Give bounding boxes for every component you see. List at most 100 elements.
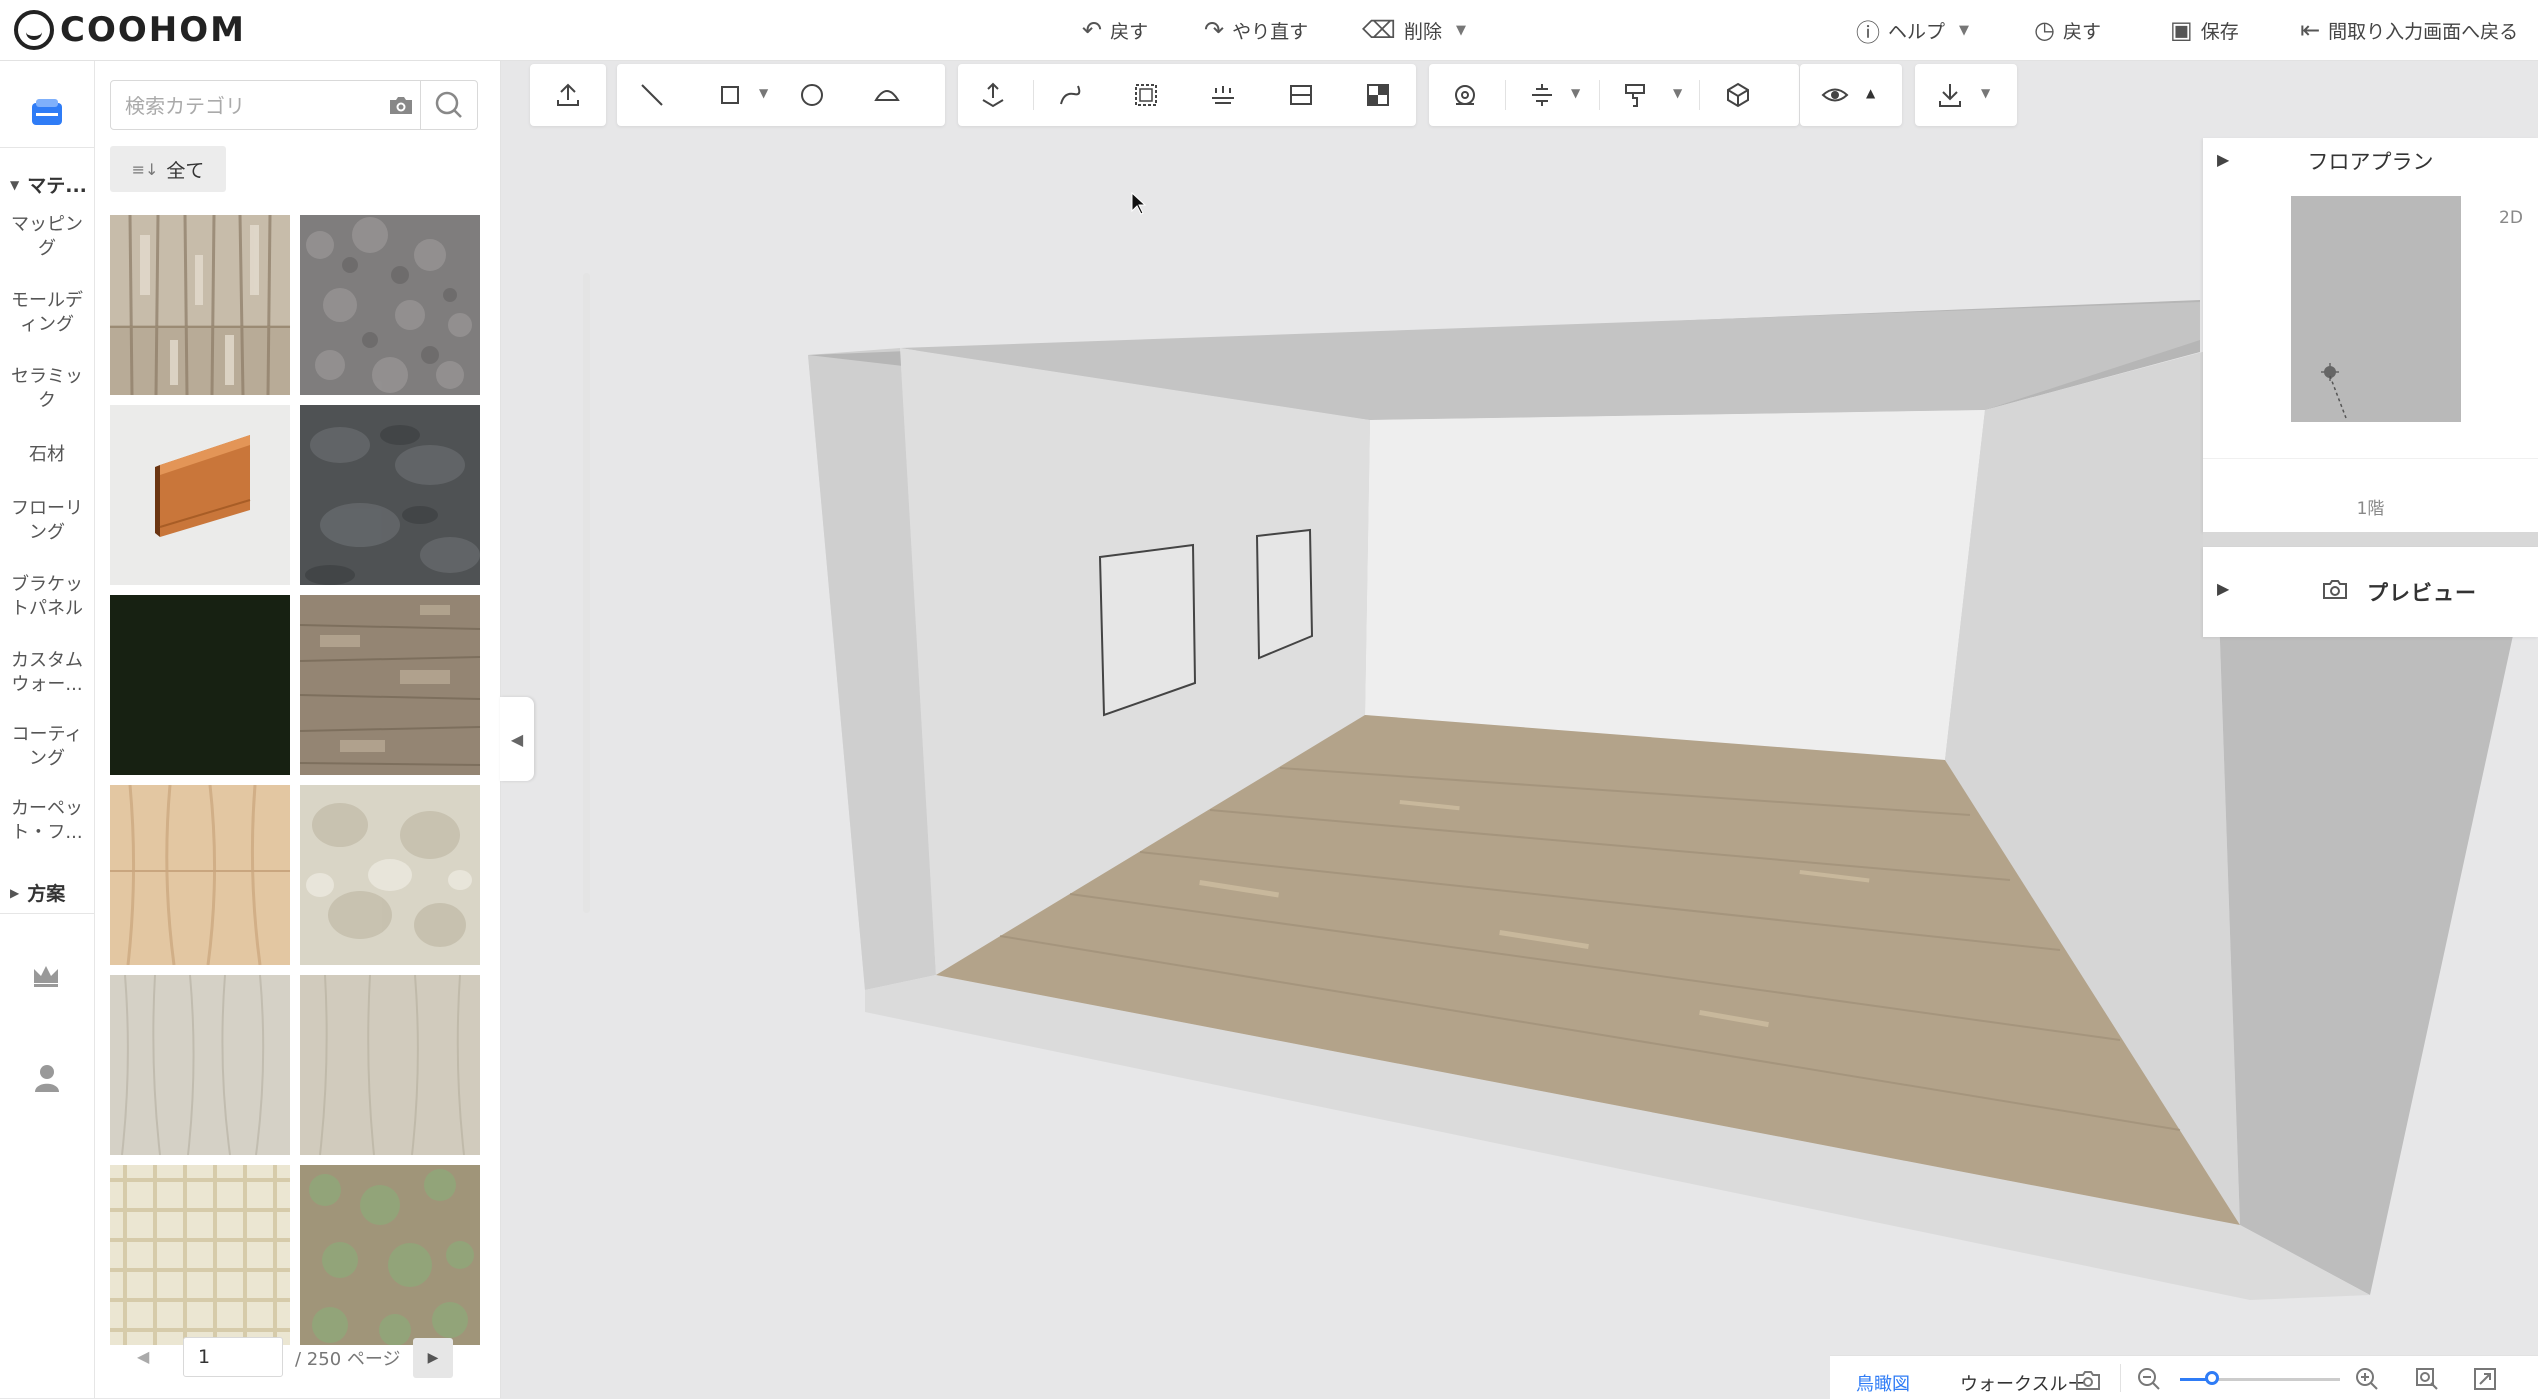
camera-icon[interactable] bbox=[387, 93, 415, 117]
3d-object-tool[interactable] bbox=[1718, 76, 1758, 114]
material-tile[interactable] bbox=[110, 1165, 290, 1345]
history-button[interactable]: ◷ 戻す bbox=[2034, 0, 2101, 60]
view-birdseye-tab[interactable]: 鳥瞰図 bbox=[1856, 1370, 1910, 1396]
freeform-tool[interactable] bbox=[1051, 76, 1091, 114]
panel-gap bbox=[2203, 532, 2538, 547]
line-tool[interactable] bbox=[632, 76, 672, 114]
floorplan-2d-toggle[interactable]: 2D bbox=[2499, 208, 2523, 228]
chevron-down-icon: ▼ bbox=[1959, 22, 1970, 38]
eye-icon bbox=[1821, 88, 1849, 102]
fullscreen-icon[interactable] bbox=[2472, 1366, 2498, 1392]
rectangle-tool[interactable] bbox=[710, 76, 750, 114]
chevron-up-icon[interactable]: ▲ bbox=[1866, 86, 1875, 100]
rail-item-coating[interactable]: コーティング bbox=[4, 723, 90, 771]
measure-tool[interactable] bbox=[1445, 76, 1485, 114]
back-wall bbox=[1365, 410, 1985, 760]
zoom-fit-icon[interactable] bbox=[2414, 1366, 2440, 1392]
save-icon: ▣ bbox=[2170, 16, 2193, 44]
collapse-right-icon[interactable]: ▶ bbox=[2217, 579, 2229, 598]
rail-section-materials[interactable]: ▼ マテ... bbox=[10, 171, 87, 198]
search-input[interactable] bbox=[111, 81, 387, 131]
rail-item-bracket-panel[interactable]: ブラケットパネル bbox=[4, 573, 90, 621]
back-to-floorplan-button[interactable]: ⇤ 間取り入力画面へ戻る bbox=[2300, 0, 2518, 60]
toolbar-group-import bbox=[530, 64, 606, 126]
chevron-down-icon[interactable]: ▼ bbox=[759, 86, 768, 100]
next-page-button[interactable]: ▶ bbox=[413, 1338, 453, 1378]
chevron-down-icon[interactable]: ▼ bbox=[1981, 86, 1990, 100]
view-walkthrough-tab[interactable]: ウォークスルー bbox=[1960, 1370, 2085, 1396]
floorplan-minimap[interactable] bbox=[2291, 196, 2461, 422]
app-logo[interactable]: COOHOM bbox=[14, 8, 246, 52]
material-tile[interactable] bbox=[300, 215, 480, 395]
download-icon bbox=[1939, 84, 1961, 107]
page-number-input[interactable] bbox=[183, 1337, 283, 1377]
material-tile[interactable] bbox=[300, 975, 480, 1155]
screenshot-camera-icon[interactable] bbox=[2074, 1368, 2104, 1392]
preview-panel[interactable]: ▶ プレビュー bbox=[2203, 547, 2538, 637]
material-tile[interactable] bbox=[300, 405, 480, 585]
material-tile[interactable] bbox=[300, 1165, 480, 1345]
left-rail: ▼ マテ... マッピング モールディング セラミック 石材 フローリング ブラ… bbox=[0, 61, 95, 1398]
redo-button[interactable]: ↷ やり直す bbox=[1204, 0, 1308, 60]
rail-item-ceramic[interactable]: セラミック bbox=[4, 365, 90, 413]
arc-icon bbox=[874, 90, 900, 101]
upload-icon bbox=[557, 83, 579, 106]
materials-icon[interactable] bbox=[28, 95, 66, 129]
material-tile[interactable] bbox=[300, 785, 480, 965]
rail-item-flooring[interactable]: フローリング bbox=[4, 497, 90, 545]
search-box bbox=[110, 80, 478, 131]
rail-item-stone[interactable]: 石材 bbox=[4, 443, 90, 467]
exit-icon: ⇤ bbox=[2300, 16, 2321, 44]
material-tile[interactable] bbox=[110, 595, 290, 775]
material-tile[interactable] bbox=[300, 595, 480, 775]
light-strip-tool[interactable] bbox=[1203, 76, 1243, 114]
zoom-out-icon[interactable] bbox=[2136, 1366, 2162, 1392]
undo-button[interactable]: ↶ 戻す bbox=[1082, 0, 1148, 60]
material-tile[interactable] bbox=[110, 785, 290, 965]
rail-item-custom-wall[interactable]: カスタムウォー... bbox=[4, 649, 90, 697]
align-tool[interactable] bbox=[1522, 76, 1562, 114]
wall-frame-2[interactable] bbox=[1255, 528, 1314, 660]
extrude-icon bbox=[982, 82, 1004, 108]
visibility-tool[interactable] bbox=[1815, 76, 1855, 114]
extrude-tool[interactable] bbox=[973, 76, 1013, 114]
user-icon[interactable] bbox=[33, 1063, 61, 1093]
bottom-bar: 鳥瞰図 ウォークスルー bbox=[1830, 1355, 2538, 1399]
arc-tool[interactable] bbox=[867, 76, 907, 114]
preview-title: プレビュー bbox=[2367, 581, 2477, 605]
delete-button[interactable]: ⌫ 削除 ▼ bbox=[1362, 0, 1466, 60]
undo-icon: ↶ bbox=[1082, 16, 1103, 44]
logo-text: COOHOM bbox=[60, 10, 246, 50]
camera-icon bbox=[2323, 580, 2347, 599]
filter-all-button[interactable]: ≡↓ 全て bbox=[110, 146, 226, 192]
save-button[interactable]: ▣ 保存 bbox=[2170, 0, 2239, 60]
upload-tool[interactable] bbox=[548, 76, 588, 114]
rail-item-mapping[interactable]: マッピング bbox=[4, 213, 90, 261]
frame-select-tool[interactable] bbox=[1126, 76, 1166, 114]
help-button[interactable]: ⓘ ヘルプ ▼ bbox=[1856, 0, 1969, 60]
logo-icon bbox=[14, 10, 54, 50]
circle-tool[interactable] bbox=[792, 76, 832, 114]
paint-brush-icon bbox=[1625, 84, 1645, 107]
rail-item-carpet[interactable]: カーペット・フ... bbox=[4, 797, 90, 845]
chevron-down-icon[interactable]: ▼ bbox=[1673, 86, 1682, 100]
material-tile[interactable] bbox=[110, 975, 290, 1155]
page-total: / 250 ページ bbox=[295, 1349, 401, 1370]
chevron-down-icon[interactable]: ▼ bbox=[1571, 86, 1580, 100]
crown-icon[interactable] bbox=[31, 963, 61, 989]
paint-tool[interactable] bbox=[1615, 76, 1655, 114]
layout-tool[interactable] bbox=[1358, 76, 1398, 114]
zoom-in-icon[interactable] bbox=[2354, 1366, 2380, 1392]
rail-section-plans[interactable]: ▶ 方案 bbox=[10, 879, 65, 906]
search-button[interactable] bbox=[420, 81, 477, 129]
rail-divider bbox=[0, 147, 94, 148]
material-tile[interactable] bbox=[110, 215, 290, 395]
download-tool[interactable] bbox=[1930, 76, 1970, 114]
prev-page-icon[interactable]: ◀ bbox=[137, 1347, 149, 1366]
zoom-slider-knob[interactable] bbox=[2205, 1371, 2219, 1385]
rail-item-molding[interactable]: モールディング bbox=[4, 289, 90, 337]
toolbar-separator bbox=[1033, 80, 1034, 110]
panel-tool[interactable] bbox=[1281, 76, 1321, 114]
sort-icon: ≡↓ bbox=[131, 159, 159, 179]
material-tile[interactable] bbox=[110, 405, 290, 585]
